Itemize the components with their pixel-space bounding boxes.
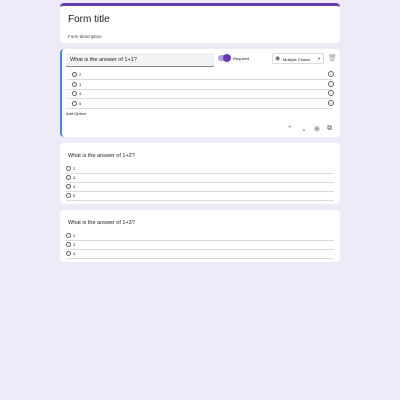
option-label[interactable]: 2	[79, 72, 81, 77]
question-text-input[interactable]: What is the answer of 1+1?	[66, 53, 214, 67]
question-card-1[interactable]: What is the answer of 1+1? Required ◉ Mu…	[60, 49, 340, 137]
radio-icon	[72, 101, 77, 106]
option-label: 4	[73, 184, 76, 189]
option-label: 4	[73, 251, 76, 256]
question-type-select[interactable]: ◉ Multiple Choice ▼	[272, 53, 324, 64]
option-label: 3	[73, 175, 76, 180]
remove-option-icon[interactable]: −	[328, 100, 334, 106]
duplicate-icon[interactable]: ⧉	[327, 125, 332, 133]
radio-icon[interactable]	[66, 184, 71, 189]
option-label: 3	[73, 242, 76, 247]
radio-icon[interactable]	[66, 166, 71, 171]
radio-icon[interactable]	[66, 251, 71, 256]
question-card-3[interactable]: What is the answer of 1+3? 2 3 4	[60, 210, 340, 262]
add-option-link[interactable]: Add Option	[66, 111, 86, 116]
option-row[interactable]: 4	[66, 251, 334, 259]
option-label: 2	[73, 233, 76, 238]
option-label: 2	[73, 166, 76, 171]
remove-option-icon[interactable]: −	[328, 71, 334, 77]
option-row[interactable]: ⋮⋮ 2 −	[66, 71, 334, 80]
radio-icon[interactable]	[66, 242, 71, 247]
option-label[interactable]: 3	[79, 82, 81, 87]
move-down-icon[interactable]: ⌄	[301, 125, 307, 133]
radio-icon[interactable]	[66, 233, 71, 238]
form-description[interactable]: Form description	[68, 34, 102, 39]
form-header-card: Form title Form description	[60, 3, 340, 43]
option-row[interactable]: 5	[66, 193, 334, 201]
option-row[interactable]: ⋮⋮ 5 −	[66, 100, 334, 109]
question-text: What is the answer of 1+1?	[70, 57, 137, 63]
radio-icon	[72, 82, 77, 87]
option-row[interactable]: 3	[66, 242, 334, 250]
toggle-knob	[223, 54, 231, 62]
required-toggle[interactable]	[218, 54, 231, 62]
radio-type-icon: ◉	[275, 56, 281, 62]
question-text: What is the answer of 1+2?	[68, 153, 135, 159]
delete-question-icon[interactable]: 🗑	[328, 54, 337, 62]
required-label: Required	[233, 56, 250, 61]
radio-icon	[72, 91, 77, 96]
question-type-label: Multiple Choice	[283, 57, 311, 62]
option-row[interactable]: 2	[66, 166, 334, 174]
option-row[interactable]: 3	[66, 175, 334, 183]
chevron-down-icon: ▼	[317, 56, 321, 61]
add-question-icon[interactable]: ⊕	[314, 125, 320, 133]
option-row[interactable]: 2	[66, 233, 334, 241]
option-row[interactable]: ⋮⋮ 3 −	[66, 81, 334, 90]
option-label[interactable]: 4	[79, 91, 81, 96]
option-row[interactable]: ⋮⋮ 4 −	[66, 90, 334, 99]
form-title[interactable]: Form title	[68, 14, 110, 25]
radio-icon[interactable]	[66, 175, 71, 180]
question-card-2[interactable]: What is the answer of 1+2? 2 3 4 5	[60, 143, 340, 204]
option-label[interactable]: 5	[79, 101, 81, 106]
radio-icon[interactable]	[66, 193, 71, 198]
question-text: What is the answer of 1+3?	[68, 220, 135, 226]
radio-icon	[72, 72, 77, 77]
option-label: 5	[73, 193, 76, 198]
remove-option-icon[interactable]: −	[328, 81, 334, 87]
option-row[interactable]: 4	[66, 184, 334, 192]
remove-option-icon[interactable]: −	[328, 90, 334, 96]
move-up-icon[interactable]: ⌃	[287, 125, 293, 133]
